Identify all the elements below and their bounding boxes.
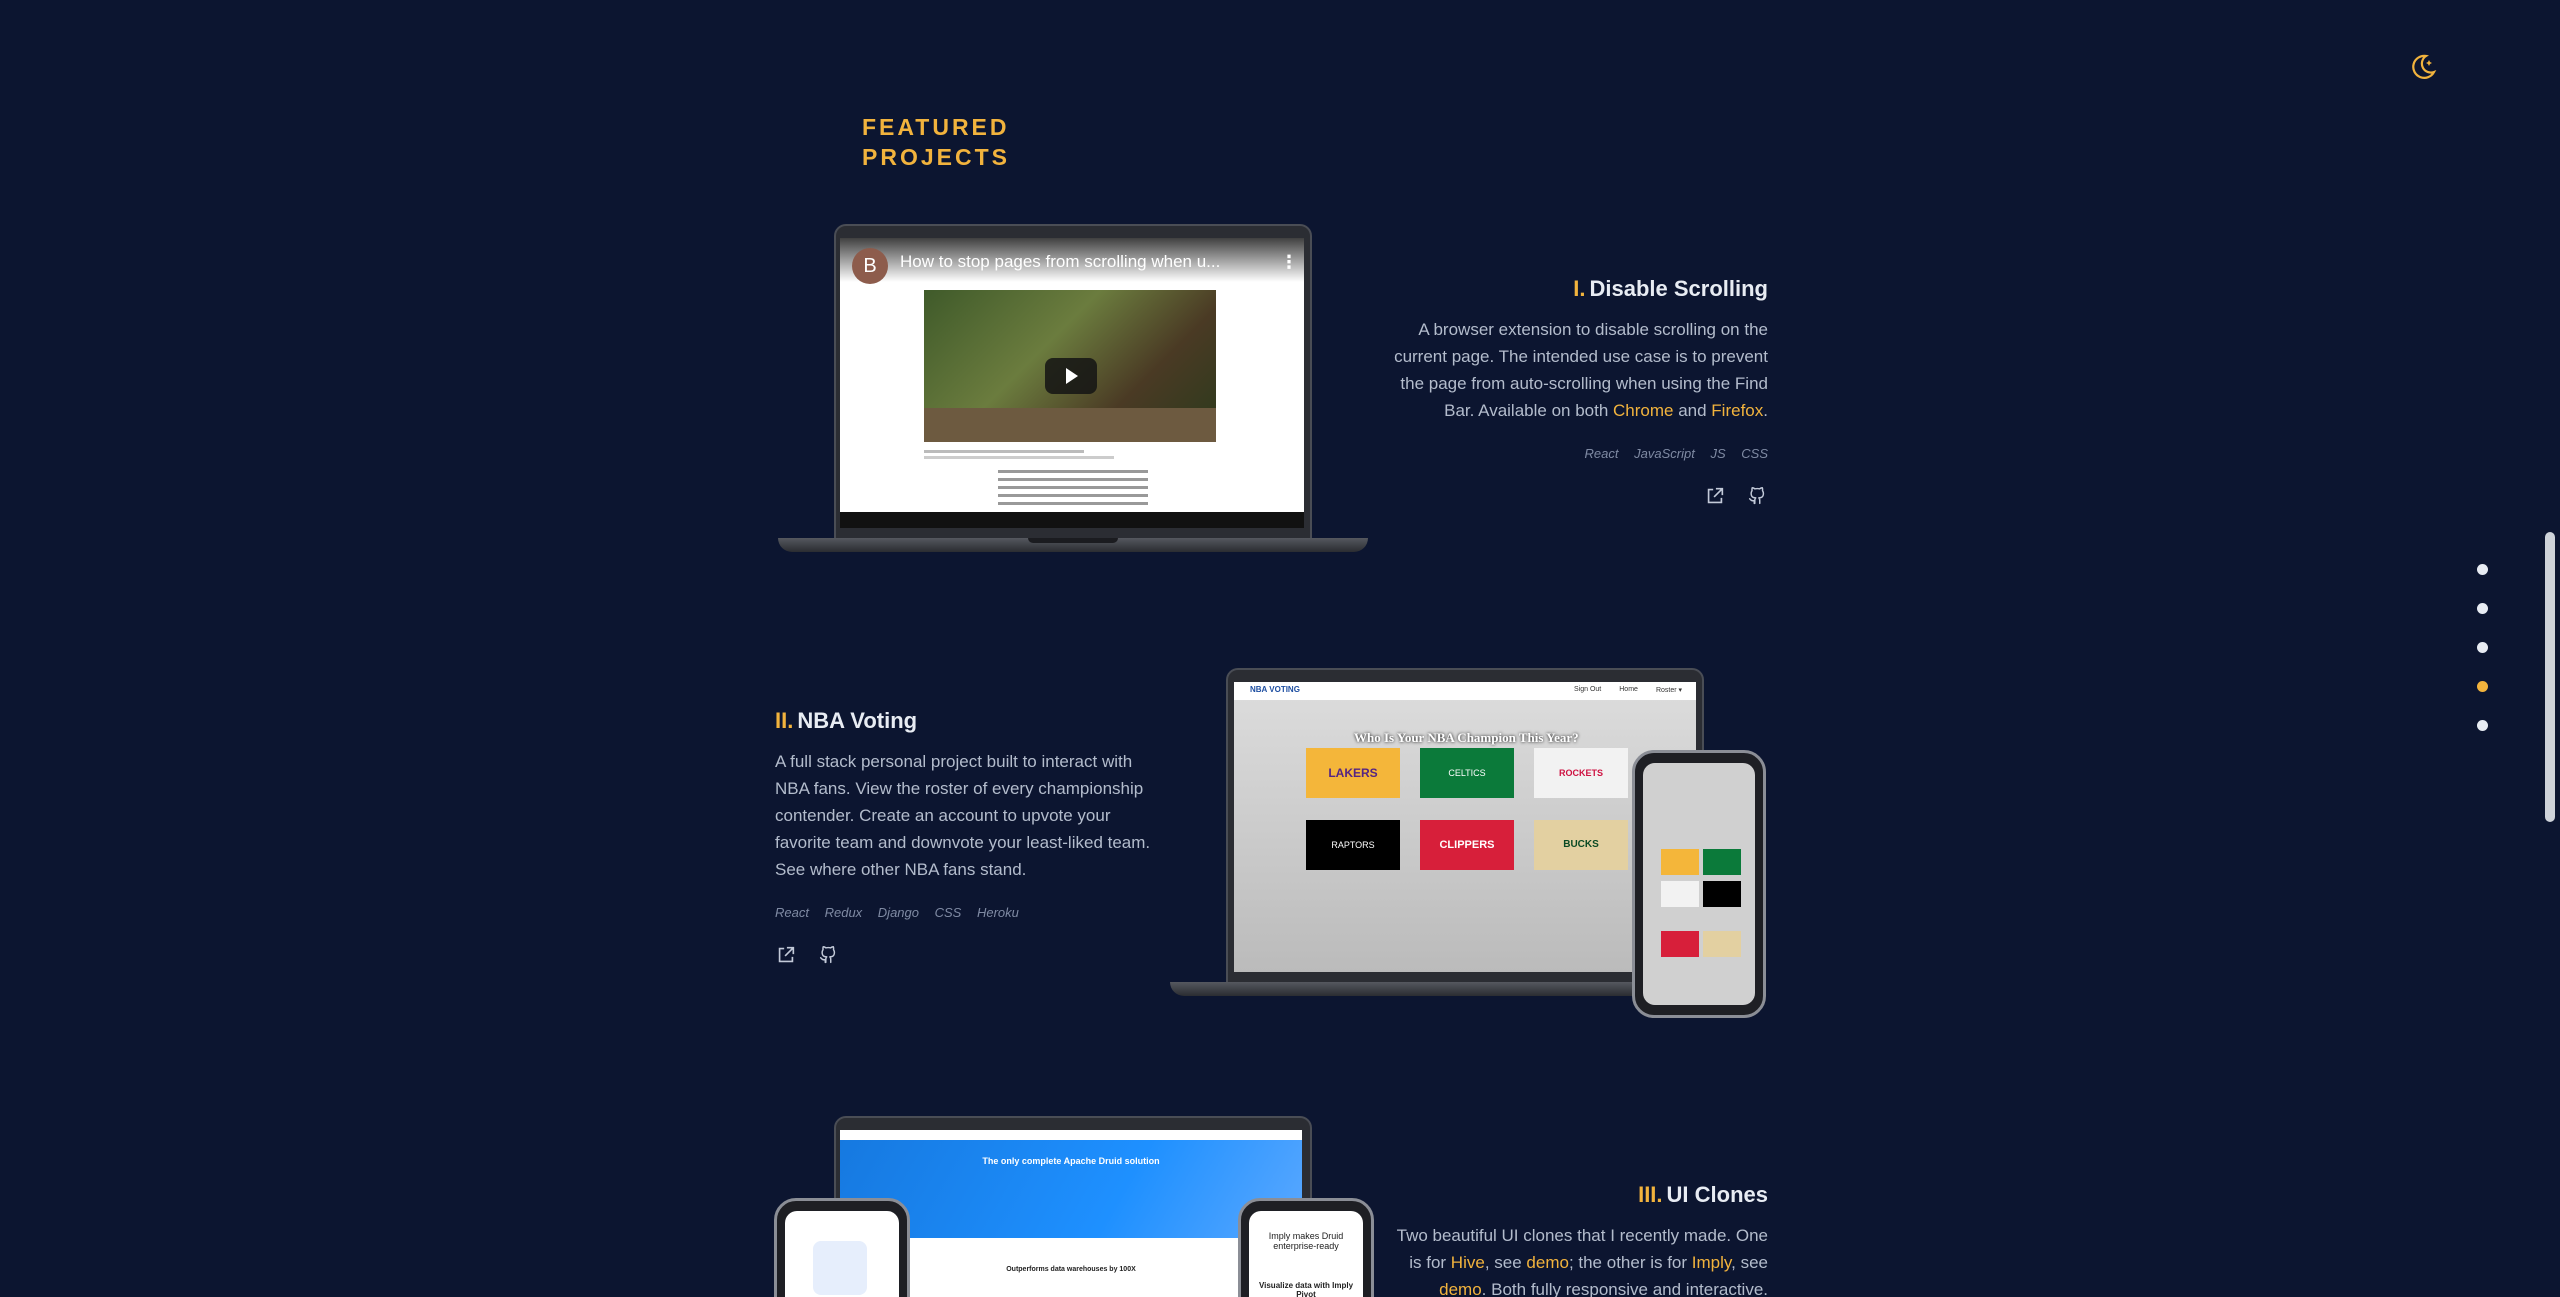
mock-nav-item: Home <box>1619 686 1638 693</box>
nav-dot-3[interactable] <box>2477 642 2488 653</box>
nav-dot-5[interactable] <box>2477 720 2488 731</box>
project-3-title-text: UI Clones <box>1666 1182 1768 1207</box>
desc-text: , see <box>1731 1253 1768 1272</box>
tag: React <box>1584 446 1619 461</box>
nav-dot-4[interactable] <box>2477 681 2488 692</box>
video-channel-avatar: B <box>852 248 888 284</box>
project-1-title[interactable]: I. Disable Scrolling <box>1388 276 1768 302</box>
tag: Redux <box>824 905 863 920</box>
tag: JS <box>1710 446 1726 461</box>
hive-link[interactable]: Hive <box>1451 1253 1485 1272</box>
tag: CSS <box>1741 446 1768 461</box>
nav-dot-2[interactable] <box>2477 603 2488 614</box>
tag: Django <box>877 905 919 920</box>
team-card-rockets[interactable]: ROCKETS <box>1534 748 1628 798</box>
section-title: FEATURED PROJECTS <box>862 114 1010 170</box>
nav-dot-1[interactable] <box>2477 564 2488 575</box>
project-1-tags: React JavaScript JS CSS <box>1388 446 1768 461</box>
mock-phone-text: Imply makes Druid enterprise-ready <box>1268 1231 1344 1251</box>
chrome-link[interactable]: Chrome <box>1613 401 1673 420</box>
desc-text: and <box>1673 401 1712 420</box>
imply-demo-link[interactable]: demo <box>1439 1280 1482 1297</box>
firefox-link[interactable]: Firefox <box>1711 401 1763 420</box>
team-card-bucks[interactable]: BUCKS <box>1534 820 1628 870</box>
project-2-number: II. <box>775 708 794 733</box>
project-2-info: II. NBA Voting A full stack personal proj… <box>775 708 1155 966</box>
github-icon[interactable] <box>1746 485 1768 507</box>
video-menu-icon[interactable]: ⋮ <box>1280 252 1298 273</box>
project-3-number: III. <box>1638 1182 1663 1207</box>
project-1-description: A browser extension to disable scrolling… <box>1388 316 1768 424</box>
mock-phone-text-2: Visualize data with Imply Pivot <box>1258 1281 1354 1297</box>
play-button[interactable] <box>1045 358 1097 394</box>
project-1-info: I. Disable Scrolling A browser extension … <box>1388 276 1768 507</box>
desc-text: . <box>1763 401 1768 420</box>
project-2-tags: React Redux Django CSS Heroku <box>775 905 1155 920</box>
project-2-phone-mockup <box>1632 750 1766 1018</box>
external-link-icon[interactable] <box>775 944 797 966</box>
mock-headline: Who Is Your NBA Champion This Year? <box>1354 730 1579 745</box>
video-title[interactable]: How to stop pages from scrolling when u.… <box>900 252 1220 272</box>
desc-text: ; the other is for <box>1568 1253 1692 1272</box>
desc-text: , see <box>1484 1253 1527 1272</box>
team-card-celtics[interactable]: CELTICS <box>1420 748 1514 798</box>
project-3-description: Two beautiful UI clones that I recently … <box>1388 1222 1768 1297</box>
project-1-laptop-mockup: B How to stop pages from scrolling when … <box>778 224 1368 564</box>
project-3-phone-right: Imply makes Druid enterprise-ready Visua… <box>1238 1198 1374 1297</box>
mock-hero: The only complete Apache Druid solution <box>982 1156 1160 1166</box>
project-3-title[interactable]: III. UI Clones <box>1388 1182 1768 1208</box>
team-card-lakers[interactable]: LAKERS <box>1306 748 1400 798</box>
play-icon <box>1066 368 1078 384</box>
dark-mode-toggle-icon[interactable] <box>2408 52 2438 82</box>
project-1-title-text: Disable Scrolling <box>1589 276 1769 301</box>
tag: CSS <box>934 905 962 920</box>
video-embed[interactable]: B How to stop pages from scrolling when … <box>840 238 1304 528</box>
mock-nav-item: Sign Out <box>1574 686 1602 693</box>
project-2-title[interactable]: II. NBA Voting <box>775 708 1155 734</box>
page-scrollbar[interactable] <box>2540 0 2560 1297</box>
mock-brand: NBA VOTING <box>1250 685 1300 694</box>
project-2-description: A full stack personal project built to i… <box>775 752 1151 879</box>
desc-text: . Both fully responsive and interactive. <box>1481 1280 1768 1297</box>
tag: React <box>775 905 809 920</box>
tag: Heroku <box>976 905 1019 920</box>
team-card-clippers[interactable]: CLIPPERS <box>1420 820 1514 870</box>
project-3-phone-left <box>774 1198 910 1297</box>
tag: JavaScript <box>1634 446 1695 461</box>
scrollbar-thumb[interactable] <box>2545 532 2555 822</box>
imply-link[interactable]: Imply <box>1692 1253 1731 1272</box>
team-card-raptors[interactable]: RAPTORS <box>1306 820 1400 870</box>
project-2-title-text: NBA Voting <box>797 708 918 733</box>
mock-nav-item: Roster ▾ <box>1655 687 1683 694</box>
external-link-icon[interactable] <box>1704 485 1726 507</box>
hive-demo-link[interactable]: demo <box>1526 1253 1569 1272</box>
section-dots-nav <box>2477 564 2493 759</box>
project-1-number: I. <box>1573 276 1586 301</box>
page: FEATURED PROJECTS B How to stop pages fr… <box>0 0 2560 1297</box>
project-3-info: III. UI Clones Two beautiful UI clones th… <box>1388 1182 1768 1297</box>
github-icon[interactable] <box>817 944 839 966</box>
